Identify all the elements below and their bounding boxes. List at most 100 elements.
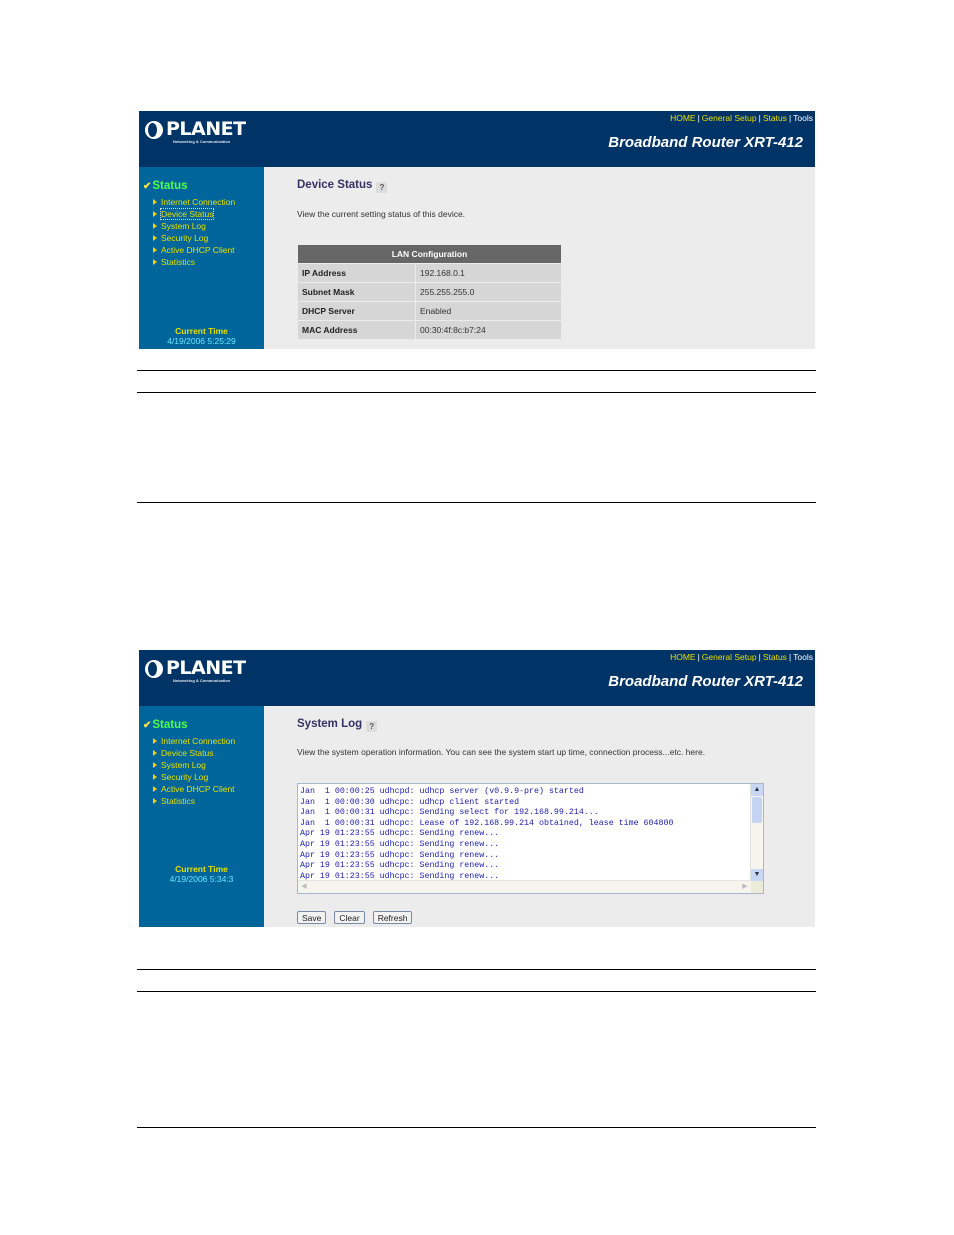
vertical-scrollbar[interactable]: ▲ ▼ [750, 784, 763, 881]
scroll-right-icon[interactable]: ▶ [739, 881, 751, 893]
system-log-textarea[interactable]: Jan 1 00:00:25 udhcpd: udhcp server (v0.… [297, 783, 764, 894]
globe-icon [145, 660, 163, 678]
sidebar-item-label: Device Status [159, 208, 215, 220]
scroll-left-icon[interactable]: ◀ [298, 881, 310, 893]
sidebar-menu: Internet Connection Device Status System… [153, 196, 235, 268]
sidebar-item-internet-connection[interactable]: Internet Connection [153, 735, 235, 747]
divider-line [137, 392, 816, 393]
sidebar-item-statistics[interactable]: Statistics [153, 256, 235, 268]
nav-status[interactable]: Status [763, 113, 787, 123]
product-name: Broadband Router XRT-412 [608, 673, 803, 690]
checkmark-icon: ✔ [143, 720, 152, 731]
logo-tagline: Networking & Communication [173, 139, 231, 144]
sidebar: ✔Status Internet Connection Device Statu… [139, 167, 264, 349]
divider-line [137, 370, 816, 371]
help-icon[interactable]: ? [376, 182, 388, 193]
save-button[interactable]: Save [297, 911, 327, 924]
scroll-up-icon[interactable]: ▲ [751, 784, 763, 796]
sidebar-item-label: System Log [161, 221, 206, 231]
device-status-screenshot: PLANET Networking & Communication HOME | G… [139, 111, 815, 349]
table-row: MAC Address 00:30:4f:8c:b7:24 [298, 321, 561, 339]
current-time: Current Time 4/19/2006 5:34:3 [139, 864, 264, 884]
divider-line [137, 1127, 816, 1128]
table-row: IP Address 192.168.0.1 [298, 264, 561, 282]
row-label: Subnet Mask [298, 283, 415, 301]
scroll-down-icon[interactable]: ▼ [751, 869, 763, 881]
sidebar-item-label: Statistics [161, 796, 196, 806]
nav-general-setup[interactable]: General Setup [702, 113, 757, 123]
sidebar-item-label: Internet Connection [161, 197, 236, 207]
row-value: 255.255.255.0 [416, 283, 561, 301]
sidebar-item-label: System Log [161, 760, 206, 770]
sidebar-item-label: Internet Connection [161, 736, 236, 746]
sidebar-item-device-status[interactable]: Device Status [153, 747, 235, 759]
row-label: IP Address [298, 264, 415, 282]
sidebar-item-system-log[interactable]: System Log [153, 759, 235, 771]
product-name: Broadband Router XRT-412 [608, 134, 803, 151]
main-content: Device Status? View the current setting … [264, 167, 815, 349]
divider-line [137, 502, 816, 503]
arrow-right-icon [153, 798, 157, 804]
system-log-screenshot: PLANET Networking & Communication HOME | G… [139, 650, 815, 927]
nav-general-setup[interactable]: General Setup [702, 652, 757, 662]
help-icon[interactable]: ? [366, 721, 378, 732]
arrow-right-icon [153, 774, 157, 780]
nav-tools[interactable]: Tools [793, 113, 813, 123]
logo-text: PLANET [166, 657, 246, 679]
sidebar-section-status[interactable]: ✔Status [143, 180, 188, 192]
nav-tools[interactable]: Tools [793, 652, 813, 662]
arrow-right-icon [153, 786, 157, 792]
sidebar: ✔Status Internet Connection Device Statu… [139, 706, 264, 927]
sidebar-item-active-dhcp-client[interactable]: Active DHCP Client [153, 783, 235, 795]
logo-tagline: Networking & Communication [173, 678, 231, 683]
scrollbar-thumb[interactable] [752, 797, 762, 823]
row-value: 192.168.0.1 [416, 264, 561, 282]
sidebar-item-system-log[interactable]: System Log [153, 220, 235, 232]
sidebar-section-label: Status [152, 719, 188, 731]
current-time-label: Current Time [175, 326, 228, 336]
sidebar-item-security-log[interactable]: Security Log [153, 771, 235, 783]
row-label: DHCP Server [298, 302, 415, 320]
page-title-text: System Log [297, 718, 363, 730]
sidebar-item-active-dhcp-client[interactable]: Active DHCP Client [153, 244, 235, 256]
refresh-button[interactable]: Refresh [372, 911, 413, 924]
current-time-label: Current Time [175, 864, 228, 874]
arrow-right-icon [153, 750, 157, 756]
nav-home[interactable]: HOME [670, 652, 696, 662]
arrow-right-icon [153, 199, 157, 205]
globe-icon [145, 121, 163, 139]
arrow-right-icon [153, 223, 157, 229]
arrow-right-icon [153, 738, 157, 744]
sidebar-item-label: Security Log [161, 772, 209, 782]
current-time-value: 4/19/2006 5:34:3 [169, 874, 234, 884]
horizontal-scrollbar[interactable]: ◀ ▶ [298, 880, 751, 893]
top-nav: HOME | General Setup | Status | Tools [670, 652, 813, 662]
sidebar-item-internet-connection[interactable]: Internet Connection [153, 196, 235, 208]
clear-button[interactable]: Clear [334, 911, 365, 924]
planet-logo: PLANET Networking & Communication [145, 119, 246, 147]
header-bar: PLANET Networking & Communication HOME | G… [139, 650, 815, 706]
divider-line [137, 969, 816, 970]
row-value: Enabled [416, 302, 561, 320]
sidebar-item-statistics[interactable]: Statistics [153, 795, 235, 807]
sidebar-menu: Internet Connection Device Status System… [153, 735, 235, 807]
page-description: View the system operation information. Y… [297, 747, 706, 757]
sidebar-section-label: Status [152, 180, 188, 192]
table-row: DHCP Server Enabled [298, 302, 561, 320]
sidebar-section-status[interactable]: ✔Status [143, 719, 188, 731]
lan-configuration-table: LAN Configuration IP Address 192.168.0.1 … [297, 244, 562, 340]
sidebar-item-security-log[interactable]: Security Log [153, 232, 235, 244]
nav-status[interactable]: Status [763, 652, 787, 662]
page-title: System Log? [297, 718, 378, 732]
sidebar-item-label: Security Log [161, 233, 209, 243]
row-value: 00:30:4f:8c:b7:24 [416, 321, 561, 339]
log-content: Jan 1 00:00:25 udhcpd: udhcp server (v0.… [300, 787, 674, 881]
scrollbar-corner [751, 881, 763, 893]
sidebar-item-device-status[interactable]: Device Status [153, 208, 235, 220]
nav-home[interactable]: HOME [670, 113, 696, 123]
row-label: MAC Address [298, 321, 415, 339]
log-actions: Save Clear Refresh [297, 908, 420, 926]
logo-text: PLANET [166, 118, 246, 140]
divider-line [137, 991, 816, 992]
table-row: Subnet Mask 255.255.255.0 [298, 283, 561, 301]
